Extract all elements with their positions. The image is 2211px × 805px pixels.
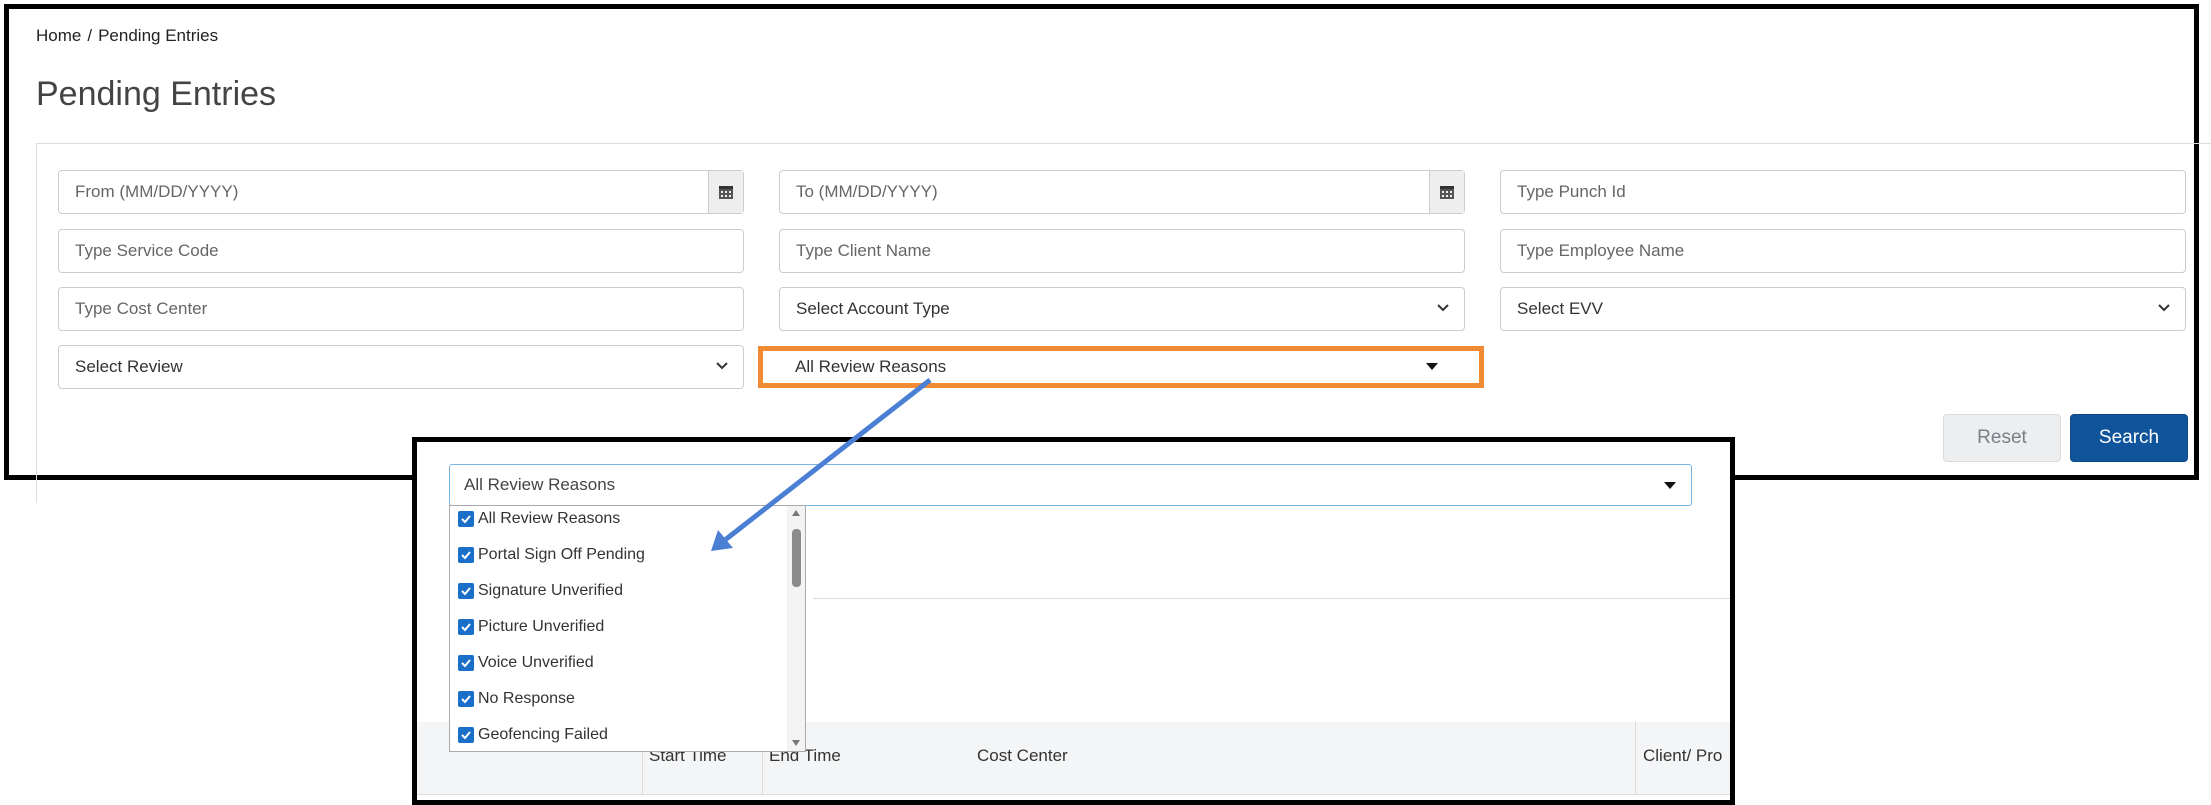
divider xyxy=(813,598,1730,599)
zoom-inset-frame: Start Time End Time Cost Center Client/ … xyxy=(412,437,1735,805)
dropdown-scrollbar[interactable] xyxy=(787,506,805,751)
breadcrumb-home[interactable]: Home xyxy=(36,26,81,45)
calendar-icon[interactable] xyxy=(708,171,743,213)
page-title: Pending Entries xyxy=(36,75,277,113)
checkbox-checked-icon[interactable] xyxy=(458,691,474,707)
column-header-client[interactable]: Client/ Pro xyxy=(1643,746,1722,766)
scroll-down-icon[interactable] xyxy=(791,739,801,747)
option-no-response[interactable]: No Response xyxy=(458,687,575,711)
calendar-icon[interactable] xyxy=(1429,171,1464,213)
review-reasons-highlight xyxy=(758,346,1484,388)
to-date-input[interactable]: To (MM/DD/YYYY) xyxy=(779,170,1465,214)
option-picture-unverified[interactable]: Picture Unverified xyxy=(458,615,604,639)
search-button[interactable]: Search xyxy=(2070,414,2188,462)
checkbox-checked-icon[interactable] xyxy=(458,619,474,635)
option-portal-sign-off-pending[interactable]: Portal Sign Off Pending xyxy=(458,543,645,567)
from-date-input[interactable]: From (MM/DD/YYYY) xyxy=(58,170,744,214)
punch-id-input[interactable]: Type Punch Id xyxy=(1500,170,2186,214)
checkbox-checked-icon[interactable] xyxy=(458,727,474,743)
chevron-down-icon xyxy=(716,362,728,370)
option-all-review-reasons[interactable]: All Review Reasons xyxy=(458,507,620,531)
service-code-input[interactable]: Type Service Code xyxy=(58,229,744,273)
chevron-down-icon xyxy=(2158,304,2170,312)
breadcrumb-current: Pending Entries xyxy=(98,26,219,45)
option-geofencing-failed[interactable]: Geofencing Failed xyxy=(458,723,608,747)
employee-name-input[interactable]: Type Employee Name xyxy=(1500,229,2186,273)
scroll-thumb[interactable] xyxy=(792,529,801,587)
scroll-up-icon[interactable] xyxy=(791,509,801,517)
checkbox-checked-icon[interactable] xyxy=(458,511,474,527)
option-voice-unverified[interactable]: Voice Unverified xyxy=(458,651,594,675)
reset-button[interactable]: Reset xyxy=(1943,414,2061,462)
cost-center-input[interactable]: Type Cost Center xyxy=(58,287,744,331)
client-name-input[interactable]: Type Client Name xyxy=(779,229,1465,273)
checkbox-checked-icon[interactable] xyxy=(458,655,474,671)
review-reasons-dropdown-list[interactable]: All Review Reasons Portal Sign Off Pendi… xyxy=(449,505,806,752)
breadcrumb: Home / Pending Entries xyxy=(36,26,219,45)
chevron-down-icon xyxy=(1437,304,1449,312)
column-header-cost-center[interactable]: Cost Center xyxy=(977,746,1068,766)
review-select[interactable]: Select Review xyxy=(58,345,744,389)
checkbox-checked-icon[interactable] xyxy=(458,547,474,563)
caret-down-icon xyxy=(1664,482,1676,489)
evv-select[interactable]: Select EVV xyxy=(1500,287,2186,331)
review-reasons-select-expanded[interactable]: All Review Reasons xyxy=(449,464,1692,506)
account-type-select[interactable]: Select Account Type xyxy=(779,287,1465,331)
option-signature-unverified[interactable]: Signature Unverified xyxy=(458,579,623,603)
main-screenshot-frame: Home / Pending Entries Pending Entries Fro… xyxy=(4,4,2211,503)
checkbox-checked-icon[interactable] xyxy=(458,583,474,599)
